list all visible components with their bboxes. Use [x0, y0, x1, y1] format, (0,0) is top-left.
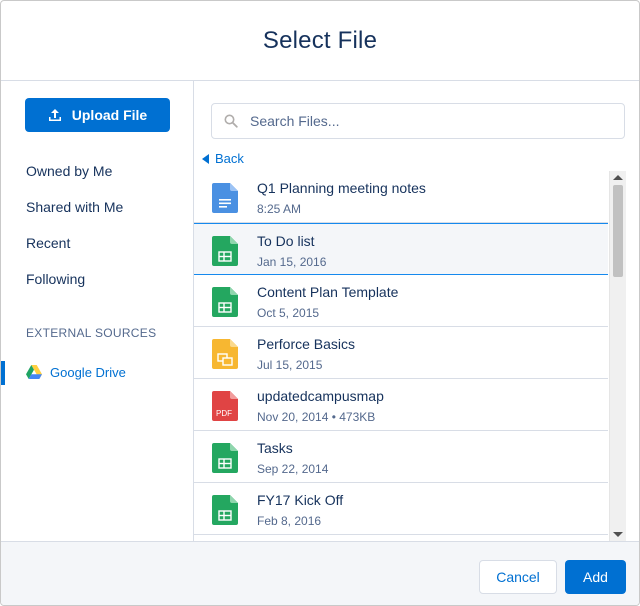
- caret-left-icon: [202, 153, 209, 164]
- file-name: Perforce Basics: [257, 336, 356, 352]
- file-browser: Back Q1 Planning meeting notes 8:25 AM: [194, 81, 639, 541]
- dialog-title: Select File: [262, 26, 378, 54]
- upload-file-label: Upload File: [71, 107, 148, 123]
- scroll-thumb[interactable]: [613, 185, 623, 277]
- scroll-down-arrow-icon[interactable]: [613, 532, 623, 537]
- file-meta: Nov 20, 2014 • 473KB: [257, 410, 376, 424]
- file-row-selected[interactable]: To Do list Jan 15, 2016: [194, 223, 608, 275]
- search-box: [211, 103, 625, 139]
- file-row[interactable]: Perforce Basics Jul 15, 2015: [194, 327, 608, 379]
- search-icon: [224, 114, 238, 128]
- scroll-up-arrow-icon[interactable]: [613, 175, 623, 180]
- pdf-icon: PDF: [212, 391, 238, 421]
- nav-recent[interactable]: Recent: [26, 235, 70, 251]
- back-link[interactable]: Back: [202, 151, 244, 166]
- slides-icon: [212, 339, 238, 369]
- file-meta: 8:25 AM: [257, 202, 302, 216]
- google-drive-icon: [26, 365, 42, 379]
- select-file-dialog: Select File Upload File Owned by Me Shar…: [0, 0, 640, 606]
- source-google-drive[interactable]: Google Drive: [1, 361, 193, 385]
- dialog-footer: Cancel Add: [1, 541, 639, 605]
- cancel-button[interactable]: Cancel: [479, 560, 557, 594]
- file-row[interactable]: FY17 Kick Off Feb 8, 2016: [194, 483, 608, 535]
- dialog-header: Select File: [1, 1, 639, 81]
- external-sources-heading: EXTERNAL SOURCES: [26, 326, 157, 340]
- upload-file-button[interactable]: Upload File: [25, 98, 170, 132]
- active-indicator: [1, 361, 5, 385]
- nav-owned-by-me[interactable]: Owned by Me: [26, 163, 112, 179]
- sheet-icon: [212, 495, 238, 525]
- file-name: To Do list: [257, 233, 315, 249]
- file-meta: Sep 22, 2014: [257, 462, 329, 476]
- file-meta: Oct 5, 2015: [257, 306, 320, 320]
- nav-following[interactable]: Following: [26, 271, 85, 287]
- file-row[interactable]: PDF updatedcampusmap Nov 20, 2014 • 473K…: [194, 379, 608, 431]
- svg-text:PDF: PDF: [216, 409, 232, 418]
- back-label: Back: [215, 151, 244, 166]
- file-meta: Feb 8, 2016: [257, 514, 322, 528]
- sheet-icon: [212, 443, 238, 473]
- file-name: FY17 Kick Off: [257, 492, 344, 508]
- file-row[interactable]: Tasks Sep 22, 2014: [194, 431, 608, 483]
- file-list: Q1 Planning meeting notes 8:25 AM To Do …: [194, 171, 608, 541]
- doc-icon: [212, 183, 238, 213]
- file-list-scrollbar[interactable]: [609, 171, 626, 541]
- file-row[interactable]: Q1 Planning meeting notes 8:25 AM: [194, 171, 608, 223]
- file-name: Q1 Planning meeting notes: [257, 180, 426, 196]
- file-name: Content Plan Template: [257, 284, 399, 300]
- file-meta: Jan 15, 2016: [257, 255, 327, 269]
- add-button[interactable]: Add: [565, 560, 626, 594]
- sidebar: Upload File Owned by Me Shared with Me R…: [1, 81, 194, 541]
- search-input[interactable]: [248, 112, 592, 130]
- file-row[interactable]: Content Plan Template Oct 5, 2015: [194, 275, 608, 327]
- sheet-icon: [212, 236, 238, 266]
- upload-icon: [48, 109, 61, 121]
- file-meta: Jul 15, 2015: [257, 358, 323, 372]
- file-name: Tasks: [257, 440, 293, 456]
- nav-shared-with-me[interactable]: Shared with Me: [26, 199, 123, 215]
- source-label: Google Drive: [50, 365, 126, 380]
- sheet-icon: [212, 287, 238, 317]
- file-name: updatedcampusmap: [257, 388, 384, 404]
